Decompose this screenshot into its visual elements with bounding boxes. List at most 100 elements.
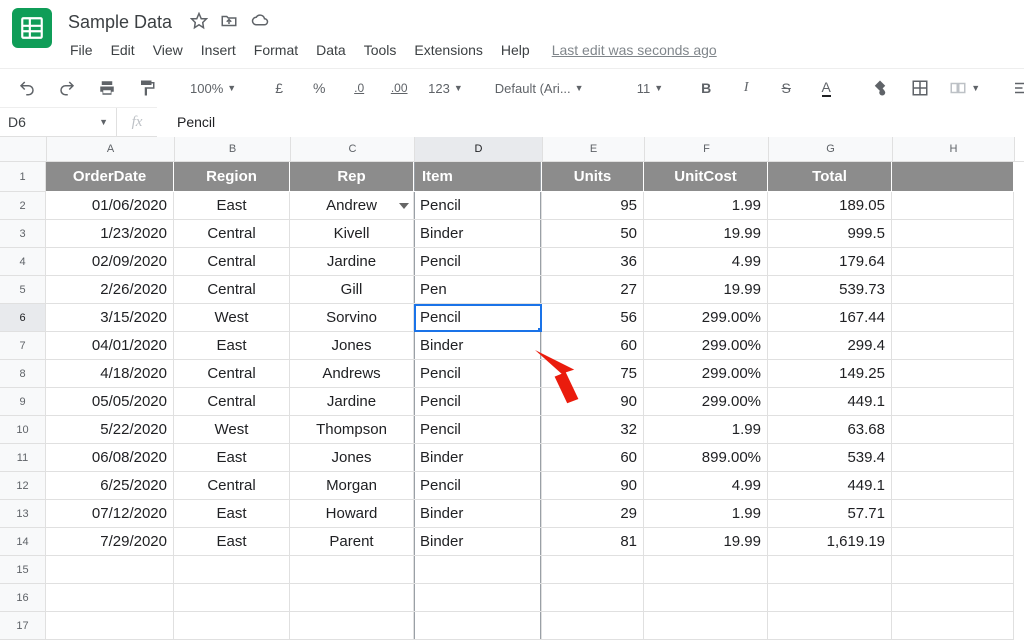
- star-icon[interactable]: [190, 12, 208, 33]
- cell-rep[interactable]: Jones: [290, 332, 414, 360]
- cell-item[interactable]: Pencil: [414, 416, 542, 444]
- cell-orderdate[interactable]: 07/12/2020: [46, 500, 174, 528]
- cell-rep[interactable]: Jardine: [290, 248, 414, 276]
- column-header-F[interactable]: F: [645, 137, 769, 161]
- column-header-A[interactable]: A: [47, 137, 175, 161]
- menu-data[interactable]: Data: [308, 38, 354, 62]
- header-cell-orderdate[interactable]: OrderDate: [46, 162, 174, 192]
- row-header[interactable]: 12: [0, 472, 46, 500]
- bold-button[interactable]: B: [689, 75, 723, 101]
- menu-view[interactable]: View: [145, 38, 191, 62]
- cell-item[interactable]: Binder: [414, 528, 542, 556]
- formula-input[interactable]: [157, 107, 1024, 137]
- cell-empty[interactable]: [768, 612, 892, 640]
- cell-rep[interactable]: Jardine: [290, 388, 414, 416]
- cell-empty[interactable]: [174, 584, 290, 612]
- header-cell-units[interactable]: Units: [542, 162, 644, 192]
- cell-empty[interactable]: [892, 192, 1014, 220]
- menu-edit[interactable]: Edit: [103, 38, 143, 62]
- cell-unitcost[interactable]: 1.99: [644, 500, 768, 528]
- cell-item[interactable]: Pencil: [414, 304, 542, 332]
- cell-unitcost[interactable]: 299.00%: [644, 360, 768, 388]
- zoom-dropdown[interactable]: 100%▼: [184, 75, 242, 101]
- cell-orderdate[interactable]: 6/25/2020: [46, 472, 174, 500]
- cell-empty[interactable]: [290, 556, 414, 584]
- cell-empty[interactable]: [892, 472, 1014, 500]
- horizontal-align-dropdown[interactable]: ▼: [1006, 75, 1024, 101]
- cell-rep[interactable]: Andrew: [290, 192, 414, 220]
- cell-unitcost[interactable]: 1.99: [644, 192, 768, 220]
- font-family-dropdown[interactable]: Default (Ari...▼: [489, 75, 611, 101]
- cell-empty[interactable]: [414, 556, 542, 584]
- cell-empty[interactable]: [892, 612, 1014, 640]
- spreadsheet-grid[interactable]: 1OrderDateRegionRepItemUnitsUnitCostTota…: [0, 162, 1024, 640]
- cell-empty[interactable]: [768, 556, 892, 584]
- cell-units[interactable]: 29: [542, 500, 644, 528]
- cell-units[interactable]: 27: [542, 276, 644, 304]
- cloud-status-icon[interactable]: [250, 12, 270, 33]
- cell-units[interactable]: 81: [542, 528, 644, 556]
- row-header[interactable]: 15: [0, 556, 46, 584]
- document-title[interactable]: Sample Data: [62, 10, 178, 35]
- cell-empty[interactable]: [414, 612, 542, 640]
- cell-units[interactable]: 32: [542, 416, 644, 444]
- menu-tools[interactable]: Tools: [356, 38, 405, 62]
- cell-rep[interactable]: Jones: [290, 444, 414, 472]
- row-header[interactable]: 13: [0, 500, 46, 528]
- cell-region[interactable]: Central: [174, 276, 290, 304]
- cell-empty[interactable]: [644, 556, 768, 584]
- name-box[interactable]: D6 ▼: [0, 108, 117, 136]
- cell-units[interactable]: 60: [542, 444, 644, 472]
- cell-empty[interactable]: [892, 248, 1014, 276]
- cell-empty[interactable]: [892, 416, 1014, 444]
- select-all-corner[interactable]: [0, 137, 47, 161]
- cell-region[interactable]: East: [174, 528, 290, 556]
- cell-empty[interactable]: [892, 304, 1014, 332]
- cell-orderdate[interactable]: 01/06/2020: [46, 192, 174, 220]
- cell-item[interactable]: Pen: [414, 276, 542, 304]
- row-header[interactable]: 2: [0, 192, 46, 220]
- cell-empty[interactable]: [892, 556, 1014, 584]
- column-header-C[interactable]: C: [291, 137, 415, 161]
- cell-unitcost[interactable]: 1.99: [644, 416, 768, 444]
- cell-rep[interactable]: Parent: [290, 528, 414, 556]
- cell-item[interactable]: Pencil: [414, 360, 542, 388]
- cell-units[interactable]: 75: [542, 360, 644, 388]
- column-header-H[interactable]: H: [893, 137, 1015, 161]
- cell-empty[interactable]: [768, 584, 892, 612]
- last-edit-link[interactable]: Last edit was seconds ago: [552, 42, 717, 58]
- cell-region[interactable]: East: [174, 444, 290, 472]
- cell-empty[interactable]: [892, 584, 1014, 612]
- row-header[interactable]: 10: [0, 416, 46, 444]
- cell-empty[interactable]: [892, 332, 1014, 360]
- cell-units[interactable]: 90: [542, 472, 644, 500]
- cell-empty[interactable]: [174, 612, 290, 640]
- cell-unitcost[interactable]: 299.00%: [644, 332, 768, 360]
- cell-orderdate[interactable]: 04/01/2020: [46, 332, 174, 360]
- cell-total[interactable]: 1,619.19: [768, 528, 892, 556]
- cell-rep[interactable]: Sorvino: [290, 304, 414, 332]
- cell-units[interactable]: 60: [542, 332, 644, 360]
- italic-button[interactable]: I: [729, 75, 763, 101]
- row-header[interactable]: 5: [0, 276, 46, 304]
- cell-item[interactable]: Pencil: [414, 472, 542, 500]
- cell-item[interactable]: Pencil: [414, 192, 542, 220]
- cell-total[interactable]: 63.68: [768, 416, 892, 444]
- column-header-E[interactable]: E: [543, 137, 645, 161]
- cell-orderdate[interactable]: 02/09/2020: [46, 248, 174, 276]
- menu-format[interactable]: Format: [246, 38, 306, 62]
- undo-icon[interactable]: [10, 75, 44, 101]
- cell-orderdate[interactable]: 3/15/2020: [46, 304, 174, 332]
- header-cell-region[interactable]: Region: [174, 162, 290, 192]
- header-cell-item[interactable]: Item: [414, 162, 542, 192]
- cell-empty[interactable]: [892, 360, 1014, 388]
- cell-units[interactable]: 36: [542, 248, 644, 276]
- cell-unitcost[interactable]: 19.99: [644, 528, 768, 556]
- row-header[interactable]: 7: [0, 332, 46, 360]
- cell-rep[interactable]: Thompson: [290, 416, 414, 444]
- row-header[interactable]: 1: [0, 162, 46, 192]
- cell-item[interactable]: Binder: [414, 444, 542, 472]
- cell-units[interactable]: 56: [542, 304, 644, 332]
- decrease-decimal-button[interactable]: .0: [342, 75, 376, 101]
- cell-region[interactable]: East: [174, 500, 290, 528]
